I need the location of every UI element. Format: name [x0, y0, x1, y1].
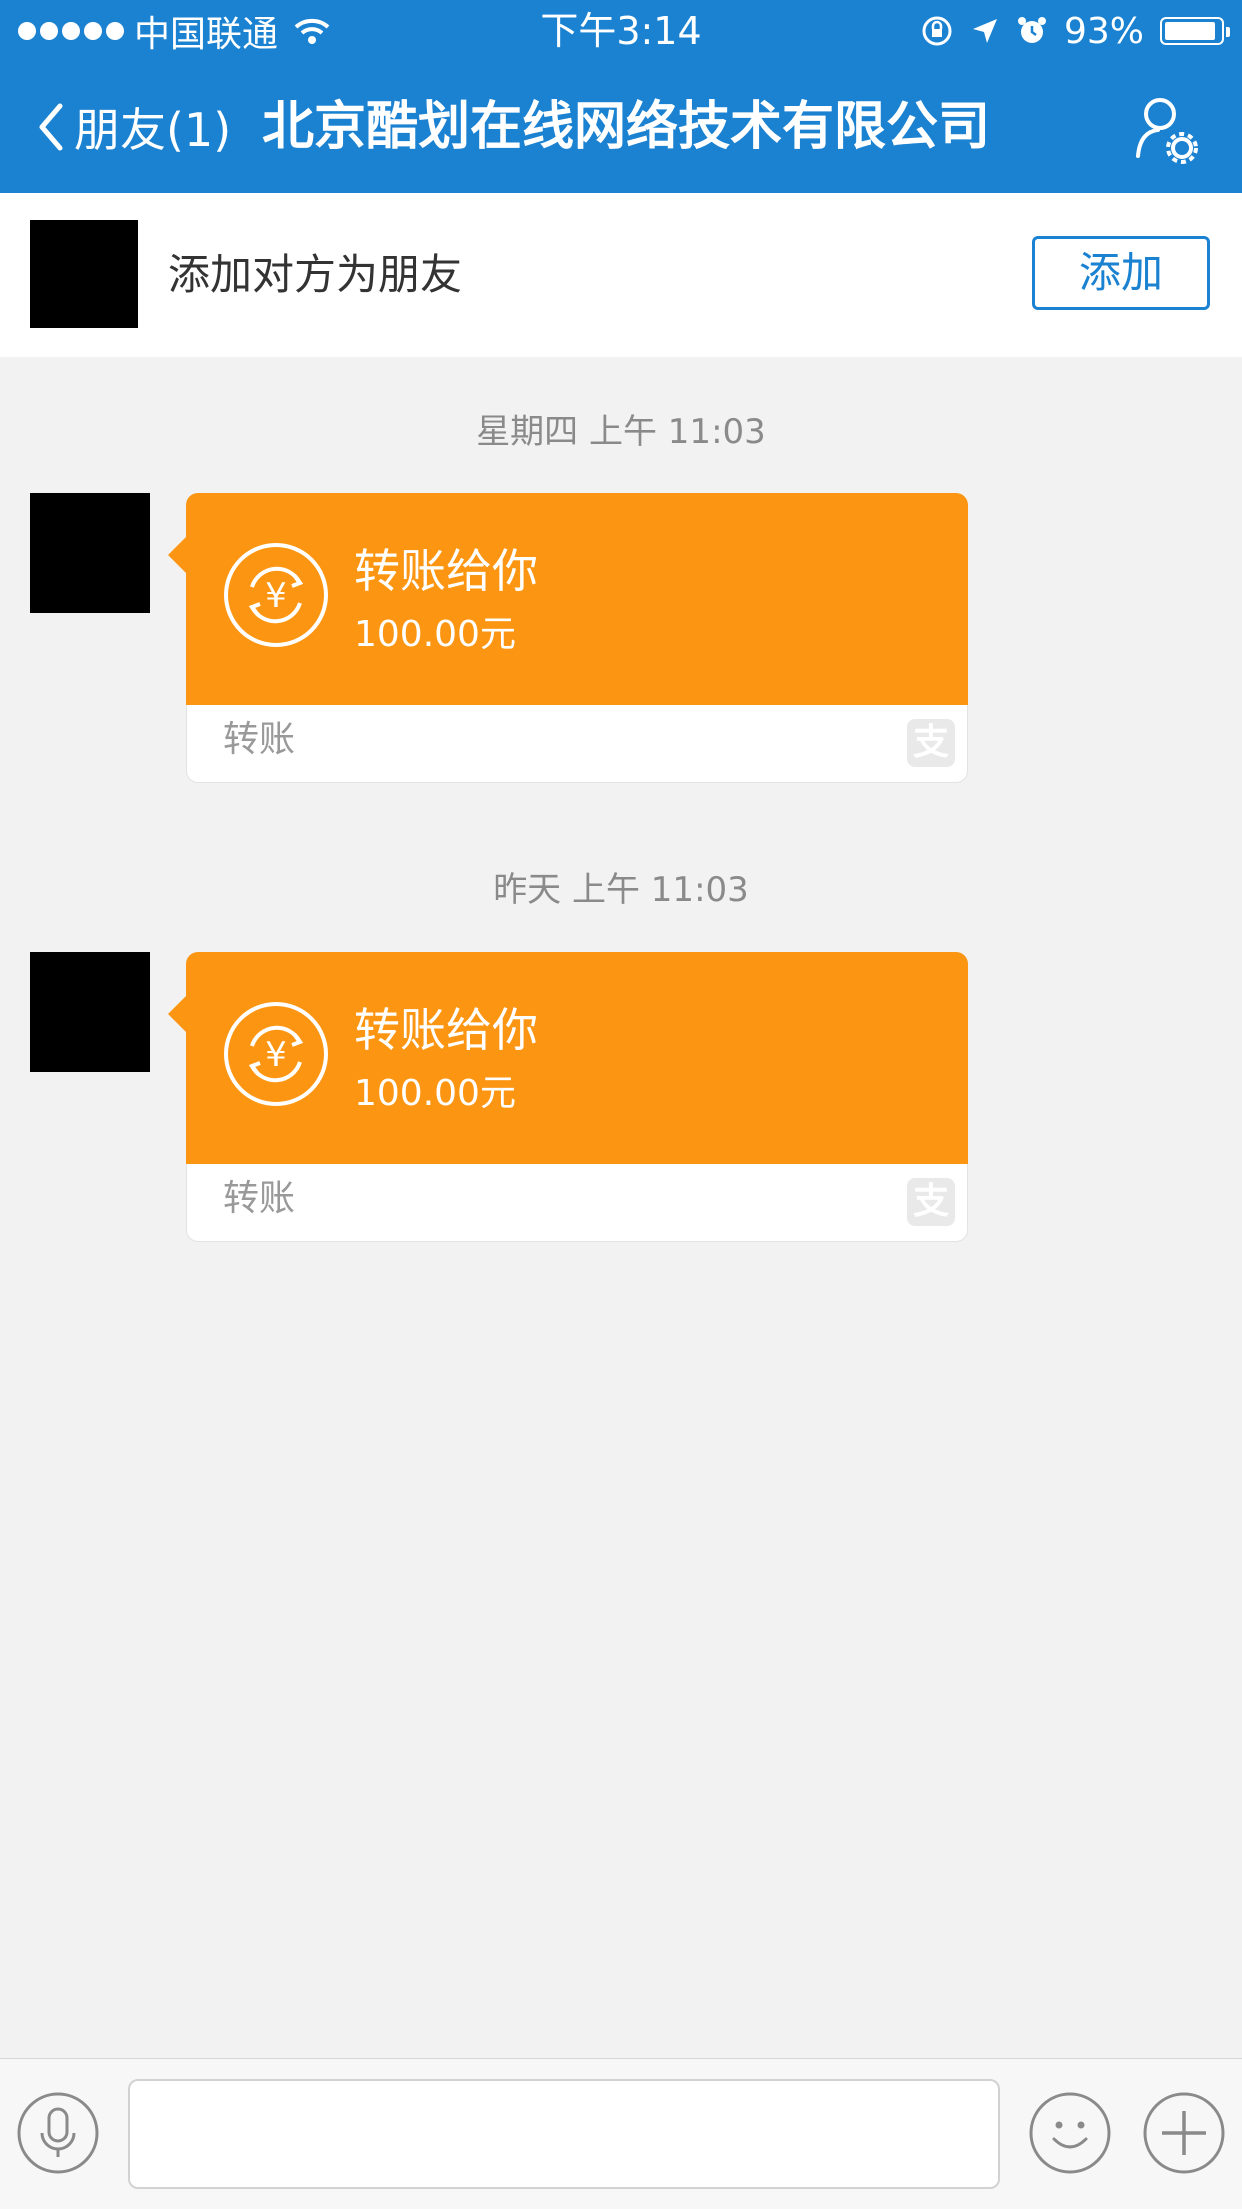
location-arrow-icon — [972, 19, 997, 43]
alipay-icon: 支 — [907, 719, 955, 767]
back-button[interactable]: 朋友(1) — [36, 92, 231, 162]
emoji-icon[interactable] — [1028, 2091, 1112, 2175]
chevron-left-icon — [39, 103, 63, 151]
transfer-amount: 100.00元 — [354, 1073, 516, 1114]
svg-text:¥: ¥ — [265, 1035, 287, 1075]
message-timestamp: 星期四 上午 11:03 — [476, 412, 766, 452]
transfer-title: 转账给你 — [354, 544, 538, 598]
add-friend-button[interactable]: 添加 — [1032, 236, 1210, 310]
battery-icon — [1160, 17, 1230, 45]
message-input[interactable] — [128, 2079, 1000, 2189]
alarm-icon — [1017, 17, 1046, 43]
add-friend-prompt: 添加对方为朋友 — [168, 250, 463, 299]
microphone-icon[interactable] — [16, 2091, 100, 2175]
add-friend-banner: 添加对方为朋友 添加 — [0, 193, 1242, 357]
plus-icon[interactable] — [1142, 2091, 1226, 2175]
avatar[interactable] — [30, 493, 150, 613]
status-bar: 中国联通 下午3:14 93% — [0, 0, 1242, 62]
avatar[interactable] — [30, 952, 150, 1072]
rotation-lock-icon — [922, 16, 952, 46]
transfer-yuan-icon: ¥ — [224, 543, 328, 647]
page-title: 北京酷划在线网络技术有限公司 — [262, 97, 991, 157]
message-timestamp: 昨天 上午 11:03 — [493, 870, 749, 910]
transfer-yuan-icon: ¥ — [224, 1002, 328, 1106]
message-input-bar — [0, 2058, 1242, 2209]
avatar[interactable] — [30, 220, 138, 328]
transfer-label: 转账 — [223, 1178, 296, 1219]
back-label: 朋友(1) — [74, 103, 232, 157]
battery-percent: 93% — [1063, 10, 1144, 52]
transfer-title: 转账给你 — [354, 1003, 538, 1057]
transfer-label: 转账 — [223, 719, 296, 760]
top-bar: 中国联通 下午3:14 93% 朋友(1) 北京酷划在线网络技术有限公司 — [0, 0, 1242, 193]
navigation-bar: 朋友(1) 北京酷划在线网络技术有限公司 — [0, 62, 1242, 193]
transfer-card[interactable]: ¥ 转账给你 100.00元 转账 支 — [168, 493, 968, 783]
user-settings-icon[interactable] — [1124, 90, 1204, 170]
alipay-icon: 支 — [907, 1178, 955, 1226]
svg-text:¥: ¥ — [265, 576, 287, 616]
transfer-card[interactable]: ¥ 转账给你 100.00元 转账 支 — [168, 952, 968, 1242]
transfer-amount: 100.00元 — [354, 614, 516, 655]
